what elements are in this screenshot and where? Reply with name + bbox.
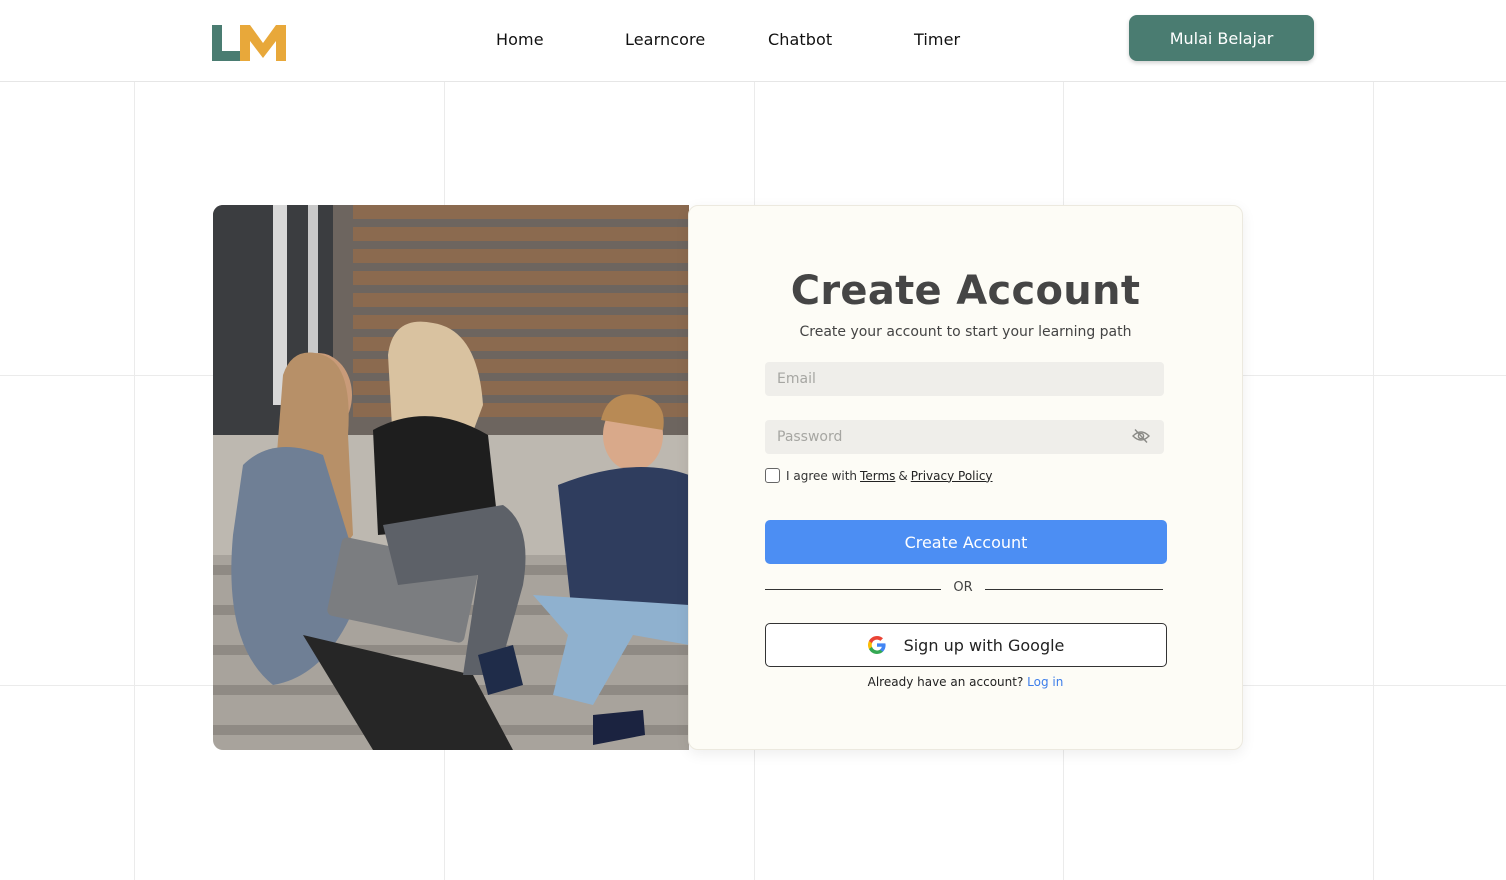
google-icon [867, 636, 886, 654]
students-photo-illustration [213, 205, 689, 750]
nav-chatbot[interactable]: Chatbot [768, 30, 832, 49]
agree-checkbox[interactable] [765, 468, 780, 483]
privacy-policy-link[interactable]: Privacy Policy [911, 469, 993, 483]
create-account-button[interactable]: Create Account [765, 520, 1167, 564]
students-photo [213, 205, 689, 750]
amp-text: & [898, 468, 908, 483]
nav-learncore[interactable]: Learncore [625, 30, 705, 49]
google-button-label: Sign up with Google [903, 635, 1065, 655]
or-label: OR [941, 580, 985, 595]
logo-icon[interactable] [212, 25, 286, 61]
nav-home[interactable]: Home [496, 30, 544, 49]
login-prompt: Already have an account? Log in [689, 675, 1242, 689]
eye-off-icon[interactable] [1132, 428, 1150, 444]
login-link[interactable]: Log in [1027, 675, 1063, 689]
top-navbar: Home Learncore Chatbot Timer Mulai Belaj… [0, 0, 1506, 82]
terms-link[interactable]: Terms [860, 469, 895, 483]
start-learning-button[interactable]: Mulai Belajar [1129, 15, 1314, 61]
page-subtitle: Create your account to start your learni… [799, 324, 1132, 340]
already-text: Already have an account? [867, 675, 1024, 689]
terms-agreement: I agree with Terms & Privacy Policy [765, 468, 996, 483]
agree-prefix: I agree with [786, 468, 858, 483]
nav-timer[interactable]: Timer [914, 30, 960, 49]
google-signup-button[interactable]: Sign up with Google [765, 623, 1167, 667]
signup-card: Create Account Create your account to st… [688, 205, 1243, 750]
email-field[interactable] [765, 362, 1164, 396]
password-field[interactable] [765, 420, 1164, 454]
page-title: Create Account [790, 268, 1141, 314]
